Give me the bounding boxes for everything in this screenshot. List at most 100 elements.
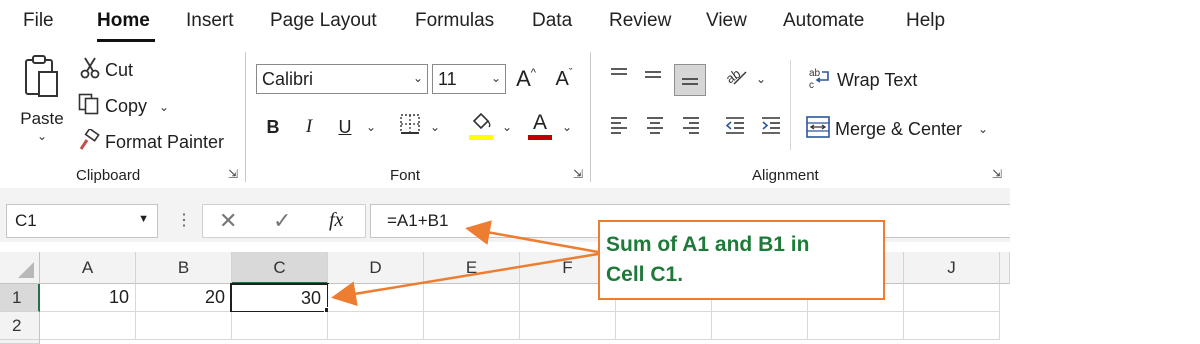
- insert-function-button[interactable]: fx: [329, 209, 343, 232]
- copy-label: Copy: [105, 96, 148, 116]
- tab-review[interactable]: Review: [609, 10, 671, 32]
- cut-button[interactable]: Cut: [80, 57, 133, 84]
- align-right-button[interactable]: [678, 114, 704, 140]
- name-box-dropdown-icon[interactable]: ▼: [138, 213, 149, 225]
- tab-formulas[interactable]: Formulas: [415, 10, 494, 32]
- column-header-b[interactable]: B: [136, 252, 232, 284]
- middle-align-button[interactable]: [640, 64, 666, 90]
- formula-bar-grip-icon[interactable]: ⋮: [176, 210, 192, 230]
- cell[interactable]: [808, 312, 904, 340]
- top-align-button[interactable]: [606, 64, 632, 90]
- cell-f2[interactable]: [520, 312, 616, 340]
- cancel-icon[interactable]: ✕: [219, 208, 237, 234]
- increase-font-size-button[interactable]: A ^: [512, 64, 540, 94]
- font-color-icon: A: [532, 110, 547, 134]
- font-color-swatch: [528, 134, 552, 140]
- italic-button[interactable]: I: [298, 113, 320, 141]
- decrease-indent-button[interactable]: [722, 114, 748, 140]
- tab-view[interactable]: View: [706, 10, 747, 32]
- align-center-button[interactable]: [642, 114, 668, 140]
- borders-button[interactable]: [396, 112, 424, 140]
- bottom-align-button[interactable]: [674, 64, 706, 96]
- alignment-group-label: Alignment: [752, 167, 819, 184]
- wrap-text-button[interactable]: ab c Wrap Text: [808, 66, 917, 95]
- merge-center-button[interactable]: Merge & Center: [806, 116, 962, 143]
- column-header[interactable]: [1000, 252, 1010, 284]
- cell-j1[interactable]: [904, 284, 1000, 312]
- paste-label: Paste: [20, 109, 64, 128]
- column-header-j[interactable]: J: [904, 252, 1000, 284]
- copy-button[interactable]: Copy ⌄: [78, 93, 169, 120]
- fill-color-button[interactable]: [466, 110, 496, 142]
- merge-center-dropdown-chevron-icon[interactable]: ⌄: [978, 122, 988, 136]
- cell-j2[interactable]: [904, 312, 1000, 340]
- underline-dropdown-chevron-icon[interactable]: ⌄: [366, 120, 376, 134]
- cell-b2[interactable]: [136, 312, 232, 340]
- cell[interactable]: [616, 312, 712, 340]
- align-middle-icon: [643, 67, 663, 88]
- svg-text:c: c: [809, 80, 814, 90]
- fill-color-dropdown-chevron-icon[interactable]: ⌄: [502, 120, 512, 134]
- fill-color-swatch: [469, 135, 493, 140]
- font-name-combo[interactable]: Calibri ⌄: [256, 64, 428, 94]
- cell-d2[interactable]: [328, 312, 424, 340]
- font-dialog-launcher-icon[interactable]: ⇲: [573, 168, 585, 180]
- cell-b1[interactable]: 20: [136, 284, 232, 312]
- font-color-dropdown-chevron-icon[interactable]: ⌄: [562, 120, 572, 134]
- font-name-value: Calibri: [262, 68, 314, 89]
- copy-dropdown-chevron-icon[interactable]: ⌄: [159, 100, 169, 114]
- tab-insert[interactable]: Insert: [186, 10, 234, 32]
- chevron-down-icon: ⌄: [490, 71, 501, 85]
- cell-e2[interactable]: [424, 312, 520, 340]
- font-color-button[interactable]: A: [526, 108, 554, 142]
- clipboard-group-label: Clipboard: [76, 167, 141, 184]
- svg-text:ab: ab: [724, 65, 743, 85]
- row-header-2[interactable]: 2: [0, 312, 40, 340]
- row-header-1[interactable]: 1: [0, 284, 40, 312]
- cell-a2[interactable]: [40, 312, 136, 340]
- cell[interactable]: [712, 312, 808, 340]
- tab-page-layout[interactable]: Page Layout: [270, 10, 377, 32]
- enter-check-icon[interactable]: ✓: [273, 208, 291, 234]
- cell-d1[interactable]: [328, 284, 424, 312]
- select-all-corner[interactable]: [0, 252, 40, 284]
- font-size-value: 11: [438, 68, 457, 89]
- merge-center-icon: [806, 116, 830, 143]
- cell-c2[interactable]: [232, 312, 328, 340]
- format-painter-button[interactable]: Format Painter: [78, 127, 224, 156]
- annotation-line-1: Sum of A1 and B1 in: [606, 233, 810, 256]
- scissors-icon: [80, 57, 100, 84]
- orientation-button[interactable]: ab: [722, 64, 750, 90]
- align-left-button[interactable]: [606, 114, 632, 140]
- font-size-combo[interactable]: 11 ⌄: [432, 64, 506, 94]
- cell-c1[interactable]: 30: [230, 283, 329, 313]
- column-header-d[interactable]: D: [328, 252, 424, 284]
- formula-bar-buttons: ✕ ✓ fx: [202, 204, 366, 238]
- bold-button[interactable]: B: [262, 113, 284, 141]
- decrease-font-size-button[interactable]: Aˇ: [550, 64, 578, 94]
- column-header-e[interactable]: E: [424, 252, 520, 284]
- cell-a1[interactable]: 10: [40, 284, 136, 312]
- paste-icon: [22, 54, 62, 107]
- underline-button[interactable]: U: [334, 113, 356, 141]
- tab-home[interactable]: Home: [97, 10, 150, 32]
- orientation-dropdown-chevron-icon[interactable]: ⌄: [756, 72, 766, 86]
- paste-button[interactable]: Paste ⌄: [18, 54, 66, 143]
- tab-automate[interactable]: Automate: [783, 10, 864, 32]
- copy-icon: [78, 93, 100, 120]
- borders-dropdown-chevron-icon[interactable]: ⌄: [430, 120, 440, 134]
- alignment-dialog-launcher-icon[interactable]: ⇲: [992, 168, 1004, 180]
- align-left-icon: [609, 116, 629, 139]
- tab-help[interactable]: Help: [906, 10, 945, 32]
- tab-data[interactable]: Data: [532, 10, 572, 32]
- increase-indent-button[interactable]: [758, 114, 784, 140]
- cell-e1[interactable]: [424, 284, 520, 312]
- name-box[interactable]: C1 ▼: [6, 204, 158, 238]
- row-header[interactable]: [0, 340, 40, 344]
- annotation-callout: Sum of A1 and B1 in Cell C1.: [598, 220, 885, 300]
- clipboard-dialog-launcher-icon[interactable]: ⇲: [228, 168, 240, 180]
- paste-dropdown-chevron-icon[interactable]: ⌄: [37, 129, 47, 143]
- column-header-c[interactable]: C: [232, 252, 328, 284]
- tab-file[interactable]: File: [23, 10, 54, 32]
- column-header-a[interactable]: A: [40, 252, 136, 284]
